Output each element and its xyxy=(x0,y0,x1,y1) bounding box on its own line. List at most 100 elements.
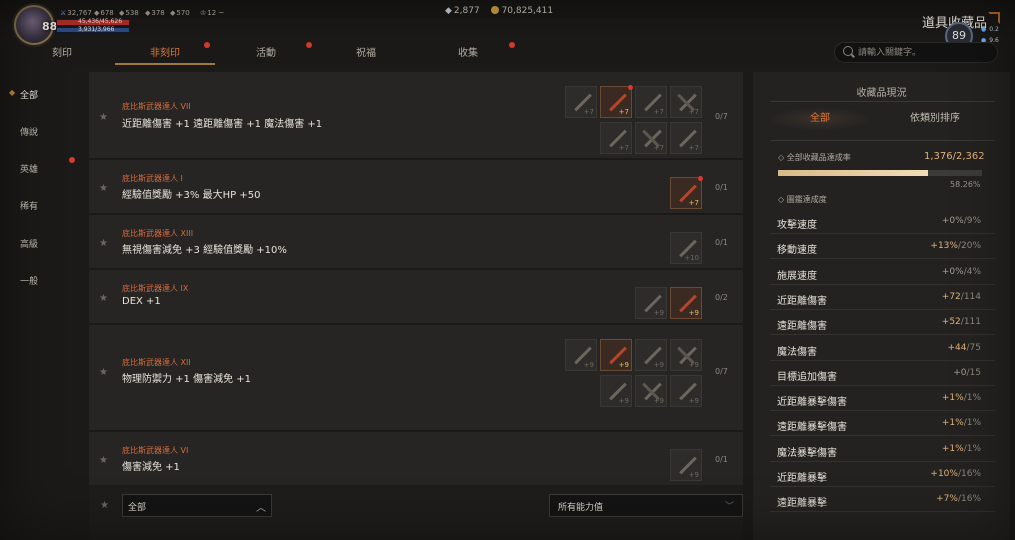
collection-name: 底比斯武器達人 I xyxy=(122,174,183,183)
collection-list[interactable]: ★ 底比斯武器達人 VII 近距離傷害 +1 遠距離傷害 +1 魔法傷害 +1 0/7… xyxy=(89,72,743,485)
item-slot[interactable]: +9 xyxy=(635,339,667,371)
stat-bonus-current: +0 xyxy=(953,367,967,378)
upload-icon: ● xyxy=(981,26,987,33)
stat-bonus-row: 遠距離暴擊傷害 +1%/1% xyxy=(770,412,995,437)
tab-blessing[interactable]: 祝福 xyxy=(316,44,416,59)
sidebar-item-rare[interactable]: 稀有 xyxy=(20,199,38,212)
favorite-star-icon[interactable]: ★ xyxy=(99,455,108,466)
stat-bonus-value: +0/15 xyxy=(953,368,981,378)
sword-icon: ⚔ xyxy=(60,9,67,17)
stat-bonus-name: 近距離暴擊 xyxy=(777,473,827,484)
divider xyxy=(770,101,995,102)
stat-bonus-value: +44/75 xyxy=(948,343,981,353)
item-slot[interactable]: +9 xyxy=(635,375,667,407)
collection-row[interactable]: ★ 底比斯武器達人 I 經驗值獎勵 +3% 最大HP +50 0/1 +7 xyxy=(89,160,743,214)
enchant-level: +7 xyxy=(688,144,699,152)
collection-progress: 0/7 xyxy=(715,112,728,121)
tab-notification-dot xyxy=(306,42,312,48)
collection-effect: 近距離傷害 +1 遠距離傷害 +1 魔法傷害 +1 xyxy=(122,119,323,130)
gem-count: 2,877 xyxy=(453,6,480,16)
collection-row[interactable]: ★ 底比斯武器達人 XIII 無視傷害減免 +3 經驗值獎勵 +10% 0/1 +10 xyxy=(89,215,743,269)
stat-bonus-row: 近距離暴擊傷害 +1%/1% xyxy=(770,387,995,412)
enchant-level: +9 xyxy=(688,361,699,369)
stat-bonus-name: 移動速度 xyxy=(777,245,817,257)
hp-text: 45,436/45,626 xyxy=(78,18,123,25)
stat-bonus-max: /4% xyxy=(963,266,981,277)
sidebar-item-advanced[interactable]: 高級 xyxy=(20,237,38,250)
sidebar-item-legendary[interactable]: 傳說 xyxy=(20,125,38,138)
sidebar-item-common[interactable]: 一般 xyxy=(20,274,38,287)
notification-dot xyxy=(628,85,633,90)
favorite-star-icon[interactable]: ★ xyxy=(99,238,108,249)
stat-bonus-row: 移動速度 +13%/20% xyxy=(770,235,995,260)
collection-row[interactable]: ★ 底比斯武器達人 XII 物理防禦力 +1 傷害減免 +1 0/7 +9 +9 +9 +9 +… xyxy=(89,325,743,431)
collection-row[interactable]: ★ 底比斯武器達人 VI 傷害減免 +1 0/1 +9 xyxy=(89,432,743,485)
favorite-star-icon[interactable]: ★ xyxy=(99,367,108,378)
favorite-star-icon[interactable]: ★ xyxy=(99,293,108,304)
stat-bonus-max: /111 xyxy=(960,317,981,328)
item-slot[interactable]: +9 xyxy=(670,449,702,481)
panel-title: 收藏品現況 xyxy=(856,88,907,99)
stat-bonus-row: 施展速度 +0%/4% xyxy=(770,261,995,285)
enchant-level: +9 xyxy=(688,309,699,317)
collection-name: 底比斯武器達人 XII xyxy=(122,358,191,367)
stat-bonus-value: +72/114 xyxy=(942,292,981,302)
currency-display: ◆ 2,877 70,825,411 xyxy=(445,6,553,16)
exit-icon[interactable] xyxy=(988,12,1000,24)
divider xyxy=(770,140,995,141)
dex-completion-label: ◇ 圖鑑達成度 xyxy=(778,194,827,205)
stat-bonus-current: +0% xyxy=(941,266,964,277)
item-slot[interactable]: +7 xyxy=(635,86,667,118)
item-slot[interactable]: +9 xyxy=(565,339,597,371)
diamond-icon: ◆ xyxy=(445,6,452,16)
favorite-star-icon[interactable]: ★ xyxy=(99,112,108,123)
power-stat: ⚔32,767 xyxy=(60,9,92,17)
item-slot[interactable]: +7 xyxy=(600,85,633,118)
item-slot[interactable]: +7 xyxy=(670,176,703,209)
tab-engraved[interactable]: 刻印 xyxy=(12,44,112,59)
chevron-down-icon: ﹀ xyxy=(725,502,735,512)
item-slot[interactable]: +7 xyxy=(670,86,702,118)
item-slot[interactable]: +7 xyxy=(635,122,667,154)
stat-bonus-name: 近距離暴擊傷害 xyxy=(777,397,847,409)
item-slot[interactable]: +9 xyxy=(600,339,632,371)
active-tab-underline xyxy=(115,63,215,65)
sidebar-item-all[interactable]: 全部 xyxy=(20,88,38,101)
stat-bonus-name: 近距離傷害 xyxy=(777,295,827,307)
panel-tab-by-category[interactable]: 依類別排序 xyxy=(885,108,985,130)
stat-4-value: 378 xyxy=(151,9,165,17)
tab-collect[interactable]: 收集 xyxy=(418,44,518,59)
search-input[interactable] xyxy=(858,44,988,61)
item-slot[interactable]: +9 xyxy=(670,287,702,319)
favorite-star-icon[interactable]: ★ xyxy=(100,500,109,511)
item-slot[interactable]: +9 xyxy=(670,339,702,371)
item-slot[interactable]: +7 xyxy=(670,122,702,154)
collection-row[interactable]: ★ 底比斯武器達人 IX DEX +1 0/2 +9 +9 xyxy=(89,270,743,324)
item-slot[interactable]: +9 xyxy=(600,375,632,407)
stat-bonus-current: +1% xyxy=(941,443,964,454)
stat-2-value: 678 xyxy=(100,9,114,17)
tab-event[interactable]: 活動 xyxy=(216,44,316,59)
item-slot[interactable]: +9 xyxy=(670,375,702,407)
item-slot[interactable]: +7 xyxy=(600,122,632,154)
item-slot[interactable]: +9 xyxy=(635,287,667,319)
stat-bonus-row: 魔法暴擊傷害 +1%/1% xyxy=(770,438,995,462)
favorite-star-icon[interactable]: ★ xyxy=(99,183,108,194)
sidebar-item-heroic[interactable]: 英雄 xyxy=(20,162,38,175)
collection-row[interactable]: ★ 底比斯武器達人 VII 近距離傷害 +1 遠距離傷害 +1 魔法傷害 +1 0/7… xyxy=(89,72,743,159)
stat-bonus-max: /75 xyxy=(966,342,981,353)
stat-4: ◆378 xyxy=(145,9,165,17)
item-slot[interactable]: +10 xyxy=(670,232,702,264)
stat-bonus-current: +52 xyxy=(941,317,961,328)
search-icon[interactable] xyxy=(843,46,853,56)
stat-bonus-row: 目標追加傷害 +0/15 xyxy=(770,362,995,386)
power-value: 32,767 xyxy=(67,9,92,17)
completion-rate-label: ◇ 全部收藏品達成率 xyxy=(778,152,851,163)
stat-bonus-max: /15 xyxy=(966,367,981,378)
collection-progress: 0/2 xyxy=(715,293,728,302)
tab-non-engraved[interactable]: 非刻印 xyxy=(115,44,215,59)
stat-bonus-value: +1%/1% xyxy=(942,444,981,454)
item-slot[interactable]: +7 xyxy=(565,86,597,118)
stat-bonus-max: /1% xyxy=(963,393,981,404)
panel-tab-all[interactable]: 全部 xyxy=(770,108,870,130)
